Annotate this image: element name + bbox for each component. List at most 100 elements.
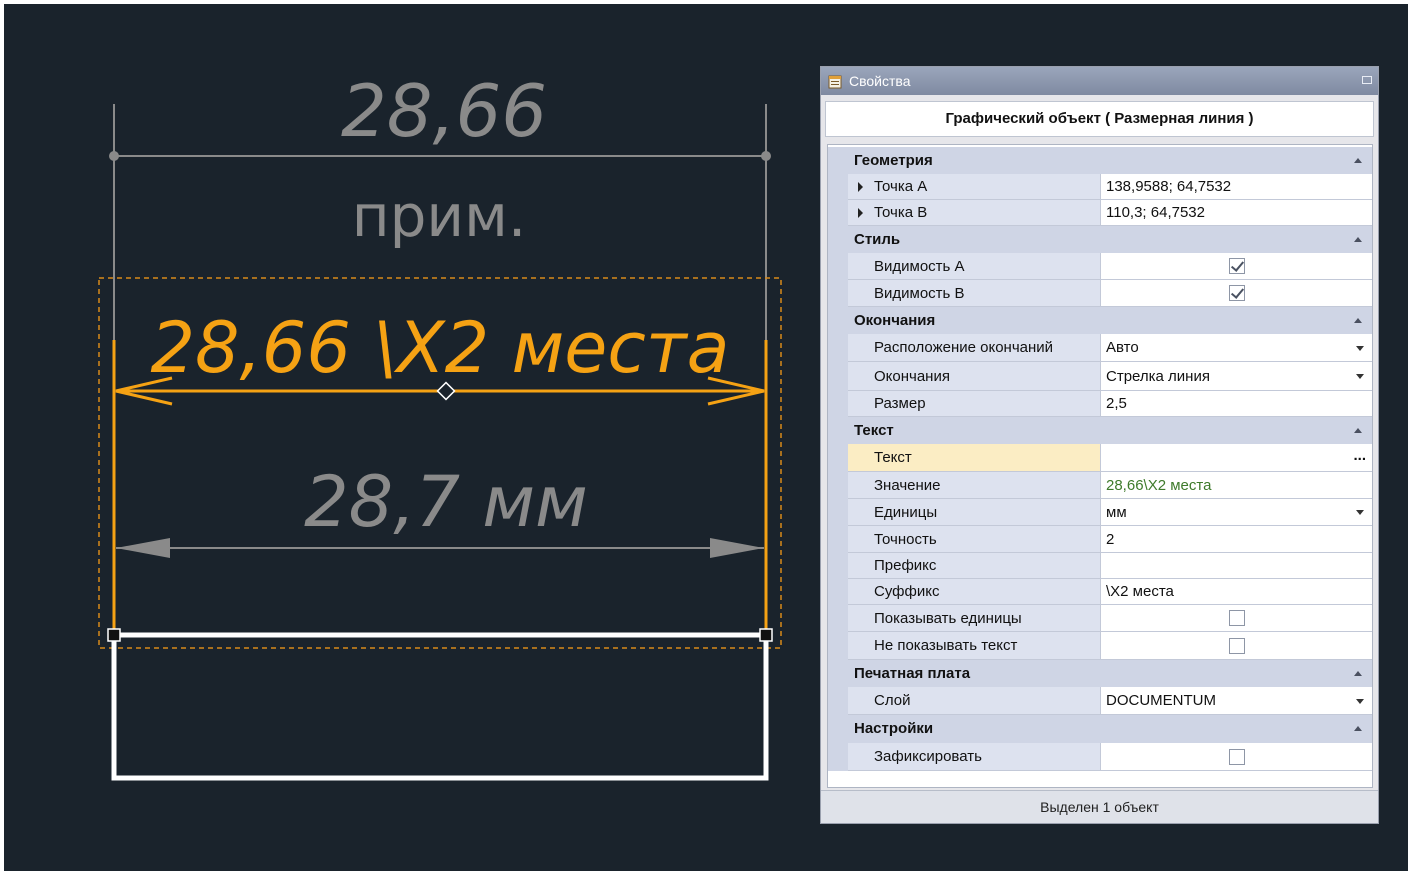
row-label: Не показывать текст [874, 637, 1018, 654]
row-label: Расположение окончаний [874, 339, 1054, 356]
row-label: Точность [874, 530, 937, 548]
row-point-b[interactable]: Точка B 110,3; 64,7532 [828, 200, 1372, 226]
grip-right[interactable] [759, 628, 773, 642]
pin-icon[interactable] [1362, 76, 1372, 84]
dropdown-arrow-icon[interactable] [1356, 374, 1364, 379]
row-text[interactable]: Текст ... [828, 444, 1372, 472]
value-field[interactable]: 28,66\X2 места [1100, 472, 1372, 499]
property-grid[interactable]: Геометрия Точка A 138,9588; 64,7532 Точк… [827, 144, 1373, 788]
properties-icon [828, 75, 842, 89]
row-label: Показывать единицы [874, 609, 1022, 627]
grip-left[interactable] [107, 628, 121, 642]
row-size[interactable]: Размер 2,5 [828, 391, 1372, 417]
row-label: Точка B [874, 204, 928, 221]
row-label: Слой [874, 692, 911, 709]
category-label: Геометрия [854, 152, 933, 169]
row-label: Размер [874, 395, 926, 412]
layer-select[interactable]: DOCUMENTUM [1100, 687, 1372, 715]
row-lock[interactable]: Зафиксировать [828, 743, 1372, 771]
category-geometry[interactable]: Геометрия [828, 147, 1372, 174]
category-label: Печатная плата [854, 665, 971, 682]
top-dim-end-dot-right [761, 151, 771, 161]
collapse-icon[interactable] [1354, 427, 1362, 433]
panel-title: Свойства [849, 73, 911, 89]
status-bar: Выделен 1 объект [821, 790, 1378, 823]
category-label: Текст [854, 422, 894, 439]
dropdown-arrow-icon[interactable] [1356, 510, 1364, 515]
row-label: Окончания [874, 367, 950, 385]
cad-drawing[interactable]: 28,66 прим. 28,66 \X2 места 28,7 мм [4, 4, 804, 871]
row-label: Точка A [874, 178, 928, 195]
dropdown-arrow-icon[interactable] [1356, 698, 1364, 704]
point-a-value[interactable]: 138,9588; 64,7532 [1100, 174, 1372, 200]
select-value: Авто [1106, 339, 1139, 356]
endings-position-select[interactable]: Авто [1100, 334, 1372, 362]
expand-icon[interactable] [858, 207, 863, 218]
category-text[interactable]: Текст [828, 417, 1372, 444]
visibility-a-checkbox[interactable] [1228, 258, 1245, 274]
prefix-value[interactable] [1100, 553, 1372, 579]
category-label: Настройки [854, 720, 934, 737]
collapse-icon[interactable] [1354, 726, 1362, 731]
category-endings[interactable]: Окончания [828, 307, 1372, 334]
row-prefix[interactable]: Префикс [828, 553, 1372, 579]
row-endings[interactable]: Окончания Стрелка линия [828, 362, 1372, 391]
row-value[interactable]: Значение 28,66\X2 места [828, 472, 1372, 499]
row-label: Префикс [874, 557, 937, 574]
point-b-value[interactable]: 110,3; 64,7532 [1100, 200, 1372, 226]
collapse-icon[interactable] [1354, 236, 1362, 242]
row-endings-position[interactable]: Расположение окончаний Авто [828, 334, 1372, 362]
row-label: Единицы [874, 503, 938, 521]
row-hide-text[interactable]: Не показывать текст [828, 632, 1372, 660]
select-value: мм [1106, 503, 1127, 521]
collapse-icon[interactable] [1354, 157, 1362, 163]
suffix-value[interactable]: \X2 места [1100, 579, 1372, 605]
top-dim-note: прим. [352, 182, 527, 250]
category-pcb[interactable]: Печатная плата [828, 660, 1372, 687]
panel-title-bar[interactable]: Свойства [821, 67, 1378, 95]
category-label: Окончания [854, 312, 936, 329]
collapse-icon[interactable] [1354, 670, 1362, 676]
sel-dim-text: 28,66 \X2 места [150, 307, 729, 389]
row-precision[interactable]: Точность 2 [828, 526, 1372, 553]
row-suffix[interactable]: Суффикс \X2 места [828, 579, 1372, 605]
top-dim-text: 28,66 [341, 69, 547, 153]
row-layer[interactable]: Слой DOCUMENTUM [828, 687, 1372, 715]
category-settings[interactable]: Настройки [828, 715, 1372, 743]
row-show-units[interactable]: Показывать единицы [828, 605, 1372, 632]
units-select[interactable]: мм [1100, 499, 1372, 526]
visibility-b-checkbox[interactable] [1228, 285, 1245, 301]
category-label: Стиль [854, 231, 901, 248]
row-label: Текст [874, 449, 912, 466]
endings-select[interactable]: Стрелка линия [1100, 362, 1372, 391]
row-visibility-b[interactable]: Видимость B [828, 280, 1372, 307]
dropdown-arrow-icon[interactable] [1356, 345, 1364, 351]
show-units-checkbox[interactable] [1228, 610, 1245, 626]
lower-dim-arrow-left [116, 538, 170, 558]
row-label: Зафиксировать [874, 748, 982, 765]
lower-dim-text: 28,7 мм [304, 461, 588, 543]
row-point-a[interactable]: Точка A 138,9588; 64,7532 [828, 174, 1372, 200]
lower-dimension[interactable]: 28,7 мм [116, 461, 764, 558]
text-value[interactable]: ... [1100, 444, 1372, 472]
select-value: DOCUMENTUM [1106, 692, 1216, 709]
row-label: Суффикс [874, 583, 940, 600]
row-units[interactable]: Единицы мм [828, 499, 1372, 526]
row-label: Видимость A [874, 257, 965, 275]
ellipsis-button[interactable]: ... [1353, 447, 1366, 464]
category-style[interactable]: Стиль [828, 226, 1372, 253]
collapse-icon[interactable] [1354, 317, 1362, 323]
expand-icon[interactable] [858, 181, 863, 192]
top-dim-end-dot-left [109, 151, 119, 161]
outline-rectangle[interactable] [111, 632, 769, 781]
hide-text-checkbox[interactable] [1228, 637, 1245, 654]
row-visibility-a[interactable]: Видимость A [828, 253, 1372, 280]
size-value[interactable]: 2,5 [1100, 391, 1372, 417]
properties-panel: Свойства Графический объект ( Размерная … [820, 66, 1379, 824]
lock-checkbox[interactable] [1228, 748, 1245, 765]
row-label: Видимость B [874, 284, 965, 302]
select-value: Стрелка линия [1106, 367, 1210, 385]
row-label: Значение [874, 476, 941, 494]
precision-value[interactable]: 2 [1100, 526, 1372, 553]
lower-dim-arrow-right [710, 538, 764, 558]
